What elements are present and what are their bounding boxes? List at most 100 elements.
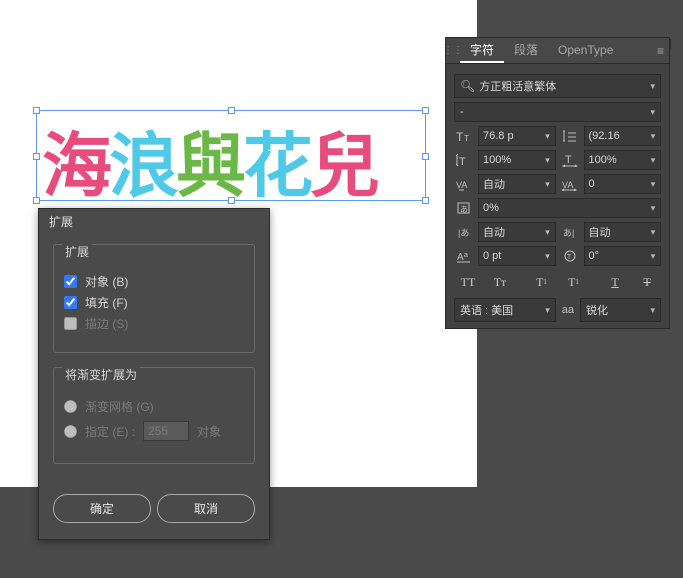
stroke-checkbox-row: 描边 (S) <box>64 315 244 332</box>
svg-text:A: A <box>457 252 464 263</box>
vertical-scale-input[interactable]: ▾ <box>478 150 556 170</box>
font-family-row: 🔍︎ 方正粗活意繁体 ▾ <box>454 74 661 98</box>
panel-body: 🔍︎方正粗活意繁体 ▾ - ▾ TT ▾ ▾ T ▾ T ▾ VA ▾ VA <box>446 64 669 328</box>
svg-text:T: T <box>567 254 572 261</box>
chevron-down-icon[interactable]: ▾ <box>646 131 660 142</box>
specify-label: 指定 (E) : <box>85 423 135 440</box>
chevron-down-icon: ▾ <box>650 107 655 118</box>
char-2: 浪 <box>109 129 176 206</box>
tsume-input[interactable]: ▾ <box>478 198 661 218</box>
subscript-button[interactable]: T1 <box>560 272 588 292</box>
fill-checkbox[interactable] <box>64 296 77 309</box>
search-icon: 🔍︎ <box>460 79 475 93</box>
aki-right-icon: あ| <box>560 223 580 241</box>
antialiasing-label: aa <box>562 304 574 316</box>
svg-text:あ|: あ| <box>563 228 574 238</box>
leading-icon <box>560 127 580 145</box>
font-family-select[interactable]: 🔍︎ 方正粗活意繁体 ▾ <box>454 74 661 98</box>
char-5: 兒 <box>310 129 377 206</box>
dialog-button-row: 确定 取消 <box>39 494 269 539</box>
specify-input <box>143 421 189 441</box>
specify-row: 指定 (E) : 对象 <box>64 421 244 441</box>
language-select[interactable]: 英语 : 美国 ▾ <box>454 298 556 322</box>
chevron-down-icon[interactable]: ▾ <box>646 203 660 214</box>
char-rotation-icon: T <box>560 247 580 265</box>
handle-top-left[interactable] <box>33 107 40 114</box>
svg-text:a: a <box>464 252 468 259</box>
chevron-down-icon[interactable]: ▾ <box>541 131 555 142</box>
gradient-legend: 将渐变扩展为 <box>62 366 140 383</box>
chevron-down-icon: ▾ <box>650 81 655 92</box>
drag-handle-icon[interactable]: ⋮⋮ <box>446 38 460 63</box>
kerning-tracking-row: VA ▾ VA ▾ <box>454 174 661 194</box>
aki-right-input[interactable]: ▾ <box>584 222 662 242</box>
font-size-input[interactable]: ▾ <box>478 126 556 146</box>
tracking-input[interactable]: ▾ <box>584 174 662 194</box>
antialiasing-select[interactable]: 锐化 ▾ <box>580 298 661 322</box>
gradient-fieldset: 将渐变扩展为 渐变网格 (G) 指定 (E) : 对象 <box>53 367 255 464</box>
object-label: 对象 (B) <box>85 273 128 290</box>
language-value: 英语 : 美国 <box>460 302 513 318</box>
tab-character[interactable]: 字符 <box>460 38 504 63</box>
svg-text:T: T <box>459 156 466 167</box>
svg-text:VA: VA <box>562 180 573 190</box>
chevron-down-icon[interactable]: ▾ <box>541 227 555 238</box>
small-caps-button[interactable]: Tᴛ <box>486 272 514 292</box>
horizontal-scale-input[interactable]: ▾ <box>584 150 662 170</box>
tab-paragraph[interactable]: 段落 <box>504 38 548 63</box>
leading-input[interactable]: ▾ <box>584 126 662 146</box>
kerning-input[interactable]: ▾ <box>478 174 556 194</box>
type-object[interactable]: 海浪與花兒 <box>42 110 377 211</box>
handle-mid-left[interactable] <box>33 153 40 160</box>
font-style-value: - <box>460 106 464 118</box>
vertical-scale-icon: T <box>454 151 474 169</box>
superscript-button[interactable]: T1 <box>528 272 556 292</box>
panel-header[interactable]: ⋮⋮ 字符 段落 OpenType ≡ <box>446 38 669 64</box>
tab-opentype[interactable]: OpenType <box>548 38 623 63</box>
all-caps-button[interactable]: TT <box>454 272 482 292</box>
tracking-icon: VA <box>560 175 580 193</box>
gradient-mesh-radio <box>64 400 77 413</box>
char-1: 海 <box>42 129 109 206</box>
fill-checkbox-row[interactable]: 填充 (F) <box>64 294 244 311</box>
char-rotation-input[interactable]: ▾ <box>584 246 662 266</box>
expand-fieldset: 扩展 对象 (B) 填充 (F) 描边 (S) <box>53 244 255 353</box>
type-style-buttons: TT Tᴛ T1 T1 T T <box>454 272 661 292</box>
aki-row: |あ ▾ あ| ▾ <box>454 222 661 242</box>
font-style-select[interactable]: - ▾ <box>454 102 661 122</box>
baseline-shift-input[interactable]: ▾ <box>478 246 556 266</box>
object-checkbox-row[interactable]: 对象 (B) <box>64 273 244 290</box>
character-panel: ⋮⋮ 字符 段落 OpenType ≡ 🔍︎方正粗活意繁体 ▾ - ▾ TT ▾… <box>445 37 670 329</box>
handle-bot-left[interactable] <box>33 197 40 204</box>
chevron-down-icon[interactable]: ▾ <box>646 251 660 262</box>
chevron-down-icon[interactable]: ▾ <box>646 227 660 238</box>
baseline-shift-icon: Aa <box>454 247 474 265</box>
chevron-down-icon[interactable]: ▾ <box>541 179 555 190</box>
handle-top-right[interactable] <box>422 107 429 114</box>
strikethrough-button[interactable]: T <box>633 272 661 292</box>
kerning-icon: VA <box>454 175 474 193</box>
tsume-icon: あ <box>454 199 474 217</box>
chevron-down-icon[interactable]: ▾ <box>646 179 660 190</box>
handle-mid-right[interactable] <box>422 153 429 160</box>
specify-radio <box>64 425 77 438</box>
font-style-row: - ▾ <box>454 102 661 122</box>
font-size-icon: TT <box>454 127 474 145</box>
panel-menu-icon[interactable]: ≡ <box>657 44 664 58</box>
handle-bot-right[interactable] <box>422 197 429 204</box>
dialog-title: 扩展 <box>39 209 269 234</box>
aki-left-input[interactable]: ▾ <box>478 222 556 242</box>
font-family-value: 方正粗活意繁体 <box>479 81 556 93</box>
underline-button[interactable]: T <box>601 272 629 292</box>
ok-button[interactable]: 确定 <box>53 494 151 523</box>
cancel-button[interactable]: 取消 <box>157 494 255 523</box>
chevron-down-icon[interactable]: ▾ <box>541 155 555 166</box>
svg-text:あ: あ <box>460 205 468 214</box>
chevron-down-icon: ▾ <box>650 305 655 316</box>
chevron-down-icon: ▾ <box>545 305 550 316</box>
chevron-down-icon[interactable]: ▾ <box>646 155 660 166</box>
object-checkbox[interactable] <box>64 275 77 288</box>
horizontal-scale-icon: T <box>560 151 580 169</box>
chevron-down-icon[interactable]: ▾ <box>541 251 555 262</box>
svg-text:VA: VA <box>456 180 467 190</box>
